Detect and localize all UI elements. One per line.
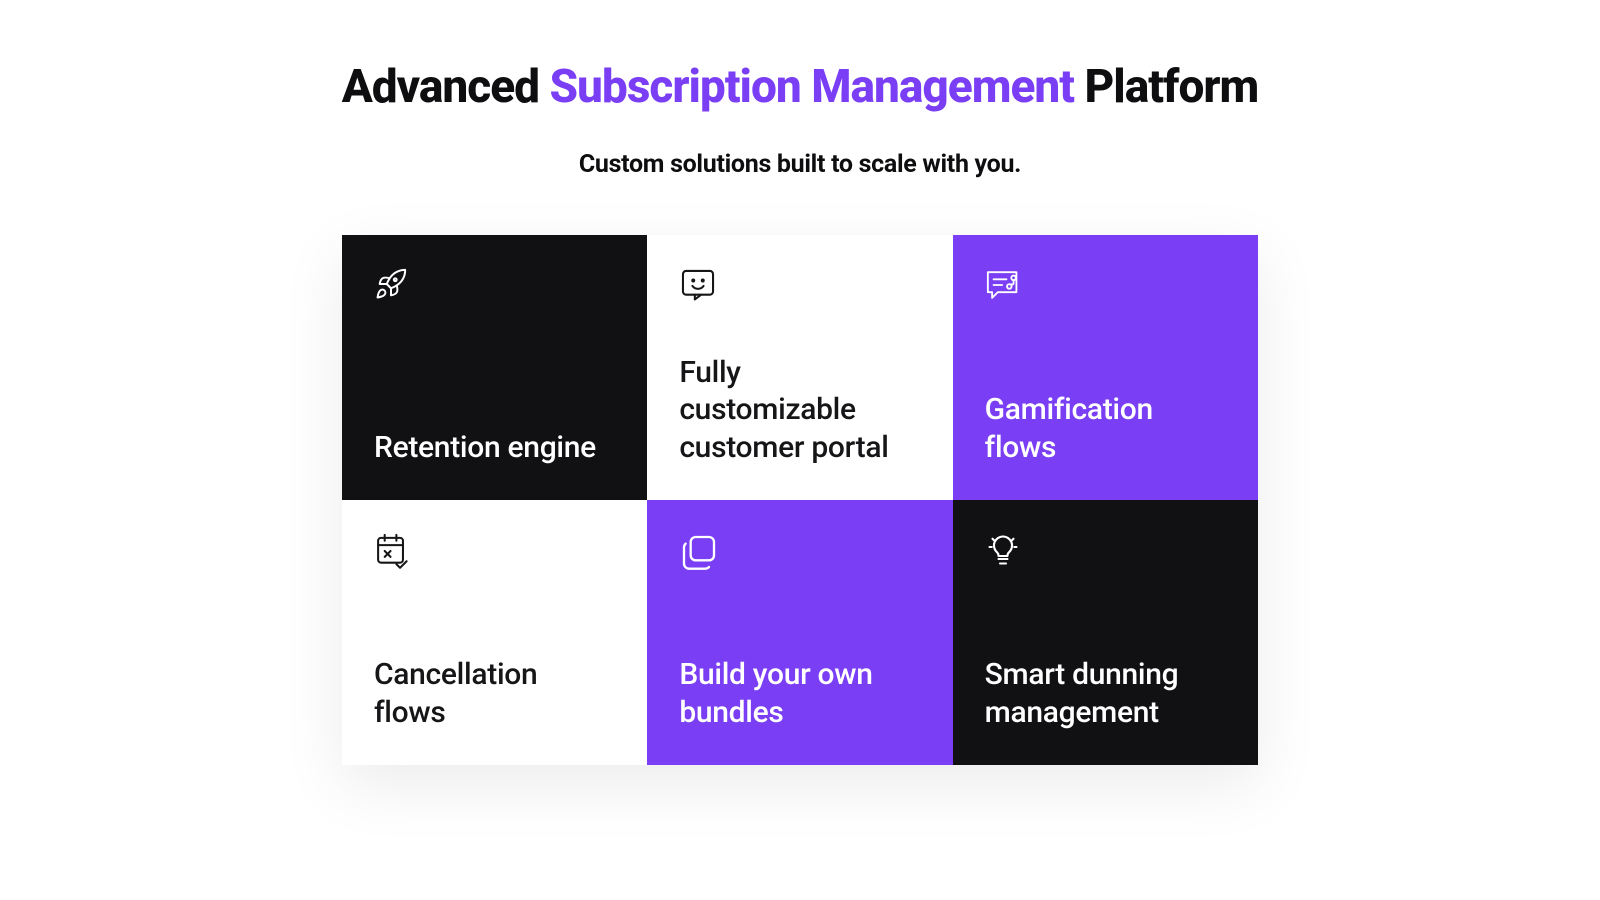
flow-card-icon (985, 267, 1025, 307)
title-part1: Advanced (342, 60, 550, 114)
page-title: Advanced Subscription Management Platfor… (342, 60, 1259, 114)
tile-title: Cancellation flows (374, 656, 615, 731)
page-subtitle: Custom solutions built to scale with you… (579, 150, 1021, 179)
page-container: Advanced Subscription Management Platfor… (0, 0, 1600, 765)
tile-cancellation-flows: Cancellation flows (342, 500, 647, 765)
stack-icon (679, 532, 719, 572)
feature-grid: Retention engine Fully customizable cust… (342, 235, 1258, 765)
tile-build-bundles: Build your own bundles (647, 500, 952, 765)
tile-retention-engine: Retention engine (342, 235, 647, 500)
calendar-cancel-icon (374, 532, 414, 572)
title-part2: Platform (1074, 60, 1258, 114)
tile-title: Fully customizable customer portal (679, 354, 920, 467)
tile-title: Smart dunning management (985, 656, 1226, 731)
rocket-icon (374, 267, 414, 307)
tile-gamification-flows: Gamification flows (953, 235, 1258, 500)
tile-customer-portal: Fully customizable customer portal (647, 235, 952, 500)
title-highlight: Subscription Management (550, 60, 1075, 114)
tile-title: Gamification flows (985, 391, 1226, 466)
smile-chat-icon (679, 267, 719, 307)
tile-title: Retention engine (374, 429, 615, 467)
lightbulb-icon (985, 532, 1025, 572)
tile-smart-dunning: Smart dunning management (953, 500, 1258, 765)
tile-title: Build your own bundles (679, 656, 920, 731)
